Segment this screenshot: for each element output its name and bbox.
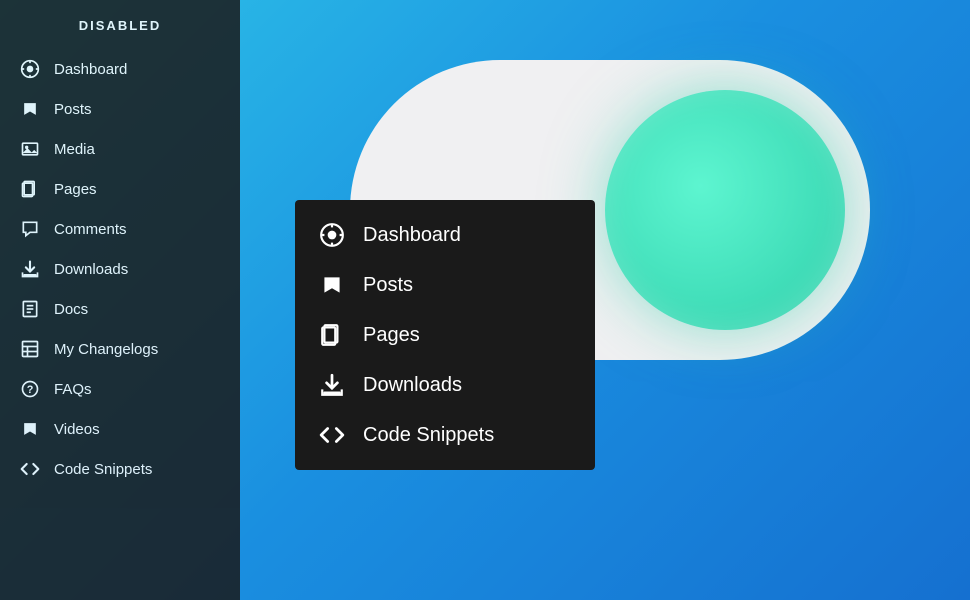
docs-icon [20, 299, 40, 319]
sidebar-item-comments[interactable]: Comments [0, 209, 240, 249]
sidebar-item-dashboard[interactable]: Dashboard [0, 49, 240, 89]
right-sidebar-label-posts: Posts [363, 274, 413, 297]
sidebar-label-changelogs: My Changelogs [54, 341, 158, 358]
right-sidebar-item-downloads[interactable]: Downloads [295, 360, 595, 410]
right-sidebar-item-dashboard[interactable]: Dashboard [295, 210, 595, 260]
sidebar-label-posts: Posts [54, 101, 92, 118]
code-snippets-icon [20, 459, 40, 479]
sidebar-item-videos[interactable]: Videos [0, 409, 240, 449]
sidebar-label-dashboard: Dashboard [54, 61, 127, 78]
downloads-icon-right [319, 372, 345, 398]
sidebar-item-posts[interactable]: Posts [0, 89, 240, 129]
dashboard-icon-right [319, 222, 345, 248]
sidebar-label-media: Media [54, 141, 95, 158]
sidebar-item-downloads[interactable]: Downloads [0, 249, 240, 289]
disabled-label: DISABLED [0, 10, 240, 49]
sidebar-item-code-snippets[interactable]: Code Snippets [0, 449, 240, 489]
right-sidebar-item-posts[interactable]: Posts [295, 260, 595, 310]
right-sidebar: Dashboard Posts Pages Downloads Code Sni… [295, 200, 595, 470]
videos-icon [20, 419, 40, 439]
posts-icon-right [319, 272, 345, 298]
toggle-knob [605, 90, 845, 330]
right-sidebar-label-code-snippets: Code Snippets [363, 424, 494, 447]
svg-text:?: ? [27, 384, 34, 396]
pages-icon-right [319, 322, 345, 348]
sidebar-item-faqs[interactable]: ? FAQs [0, 369, 240, 409]
code-snippets-icon-right [319, 422, 345, 448]
right-sidebar-label-pages: Pages [363, 324, 420, 347]
sidebar-label-videos: Videos [54, 421, 100, 438]
dashboard-icon [20, 59, 40, 79]
sidebar-label-code-snippets: Code Snippets [54, 461, 152, 478]
sidebar-label-pages: Pages [54, 181, 97, 198]
changelogs-icon [20, 339, 40, 359]
right-sidebar-item-pages[interactable]: Pages [295, 310, 595, 360]
sidebar-item-changelogs[interactable]: My Changelogs [0, 329, 240, 369]
sidebar-label-faqs: FAQs [54, 381, 92, 398]
sidebar-label-downloads: Downloads [54, 261, 128, 278]
left-sidebar: DISABLED Dashboard Posts Media Pages Com… [0, 0, 240, 600]
right-sidebar-label-dashboard: Dashboard [363, 224, 461, 247]
faqs-icon: ? [20, 379, 40, 399]
right-sidebar-item-code-snippets[interactable]: Code Snippets [295, 410, 595, 460]
sidebar-label-docs: Docs [54, 301, 88, 318]
right-sidebar-label-downloads: Downloads [363, 374, 462, 397]
posts-icon [20, 99, 40, 119]
downloads-icon [20, 259, 40, 279]
comments-icon [20, 219, 40, 239]
media-icon [20, 139, 40, 159]
sidebar-item-pages[interactable]: Pages [0, 169, 240, 209]
pages-icon [20, 179, 40, 199]
sidebar-item-media[interactable]: Media [0, 129, 240, 169]
sidebar-item-docs[interactable]: Docs [0, 289, 240, 329]
sidebar-label-comments: Comments [54, 221, 127, 238]
